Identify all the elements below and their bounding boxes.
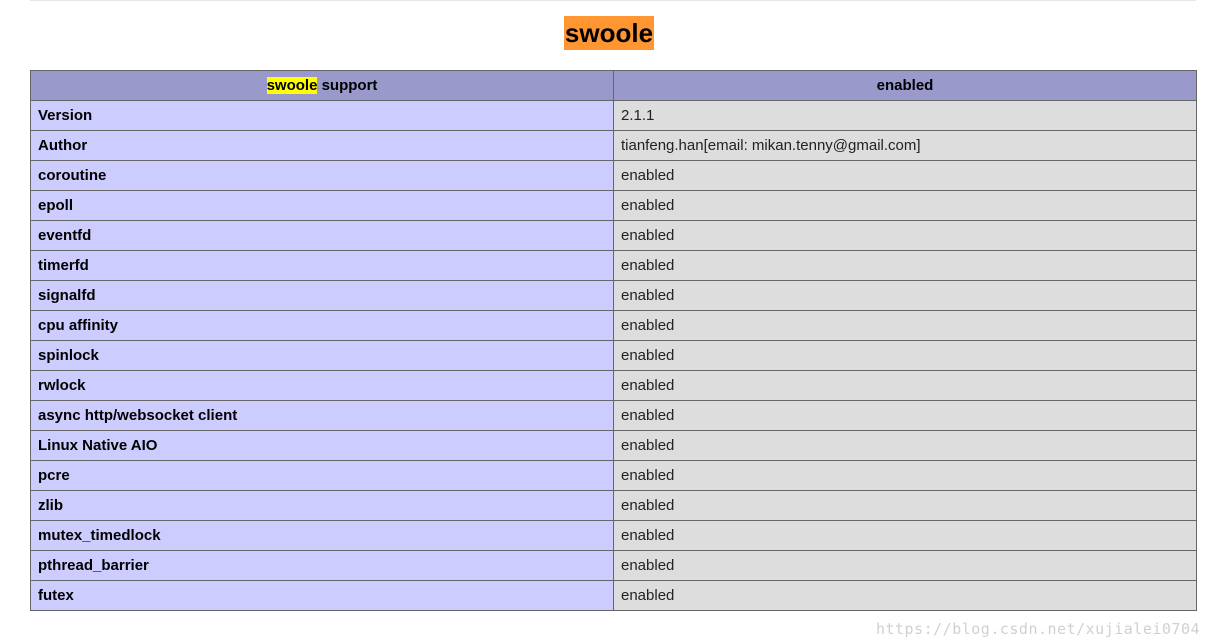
- header-support-label: support: [317, 77, 378, 94]
- row-value: enabled: [613, 550, 1197, 581]
- phpinfo-page: swoole swoole support enabled Version 2.…: [0, 0, 1218, 644]
- row-key: timerfd: [30, 250, 614, 281]
- row-value: enabled: [613, 280, 1197, 311]
- table-row: mutex_timedlock enabled: [30, 520, 1197, 551]
- header-cell-enabled: enabled: [613, 70, 1197, 101]
- row-key: mutex_timedlock: [30, 520, 614, 551]
- row-key: cpu affinity: [30, 310, 614, 341]
- table-row: zlib enabled: [30, 490, 1197, 521]
- row-value: enabled: [613, 490, 1197, 521]
- table-row: pcre enabled: [30, 460, 1197, 491]
- row-value: enabled: [613, 340, 1197, 371]
- row-key: Linux Native AIO: [30, 430, 614, 461]
- search-highlight: swoole: [266, 77, 318, 94]
- row-key: rwlock: [30, 370, 614, 401]
- table-row: signalfd enabled: [30, 280, 1197, 311]
- row-value: enabled: [613, 190, 1197, 221]
- table-row: timerfd enabled: [30, 250, 1197, 281]
- row-key: pthread_barrier: [30, 550, 614, 581]
- row-value: enabled: [613, 400, 1197, 431]
- row-key: pcre: [30, 460, 614, 491]
- row-value: enabled: [613, 520, 1197, 551]
- row-value: enabled: [613, 370, 1197, 401]
- table-row: cpu affinity enabled: [30, 310, 1197, 341]
- heading-container: swoole: [0, 16, 1218, 50]
- top-divider: [30, 0, 1196, 1]
- table-row: Author tianfeng.han[email: mikan.tenny@g…: [30, 130, 1197, 161]
- row-key: Author: [30, 130, 614, 161]
- table-header-row: swoole support enabled: [30, 70, 1197, 101]
- table-body: Version 2.1.1 Author tianfeng.han[email:…: [30, 100, 1197, 611]
- table-row: Linux Native AIO enabled: [30, 430, 1197, 461]
- row-value: enabled: [613, 250, 1197, 281]
- table-row: coroutine enabled: [30, 160, 1197, 191]
- row-value: 2.1.1: [613, 100, 1197, 131]
- table-row: pthread_barrier enabled: [30, 550, 1197, 581]
- row-key: eventfd: [30, 220, 614, 251]
- swoole-info-table: swoole support enabled Version 2.1.1 Aut…: [30, 70, 1197, 611]
- table-row: eventfd enabled: [30, 220, 1197, 251]
- row-value: enabled: [613, 220, 1197, 251]
- row-value: enabled: [613, 430, 1197, 461]
- row-value: enabled: [613, 310, 1197, 341]
- header-cell-support: swoole support: [30, 70, 614, 101]
- table-row: Version 2.1.1: [30, 100, 1197, 131]
- module-heading: swoole: [563, 16, 655, 50]
- row-key: signalfd: [30, 280, 614, 311]
- table-row: epoll enabled: [30, 190, 1197, 221]
- row-key: coroutine: [30, 160, 614, 191]
- row-key: futex: [30, 580, 614, 611]
- row-value: enabled: [613, 580, 1197, 611]
- table-row: async http/websocket client enabled: [30, 400, 1197, 431]
- table-row: futex enabled: [30, 580, 1197, 611]
- row-key: epoll: [30, 190, 614, 221]
- row-key: async http/websocket client: [30, 400, 614, 431]
- row-key: zlib: [30, 490, 614, 521]
- row-value: tianfeng.han[email: mikan.tenny@gmail.co…: [613, 130, 1197, 161]
- row-key: spinlock: [30, 340, 614, 371]
- watermark-text: https://blog.csdn.net/xujialei0704: [875, 620, 1200, 638]
- table-row: rwlock enabled: [30, 370, 1197, 401]
- row-key: Version: [30, 100, 614, 131]
- row-value: enabled: [613, 460, 1197, 491]
- table-row: spinlock enabled: [30, 340, 1197, 371]
- row-value: enabled: [613, 160, 1197, 191]
